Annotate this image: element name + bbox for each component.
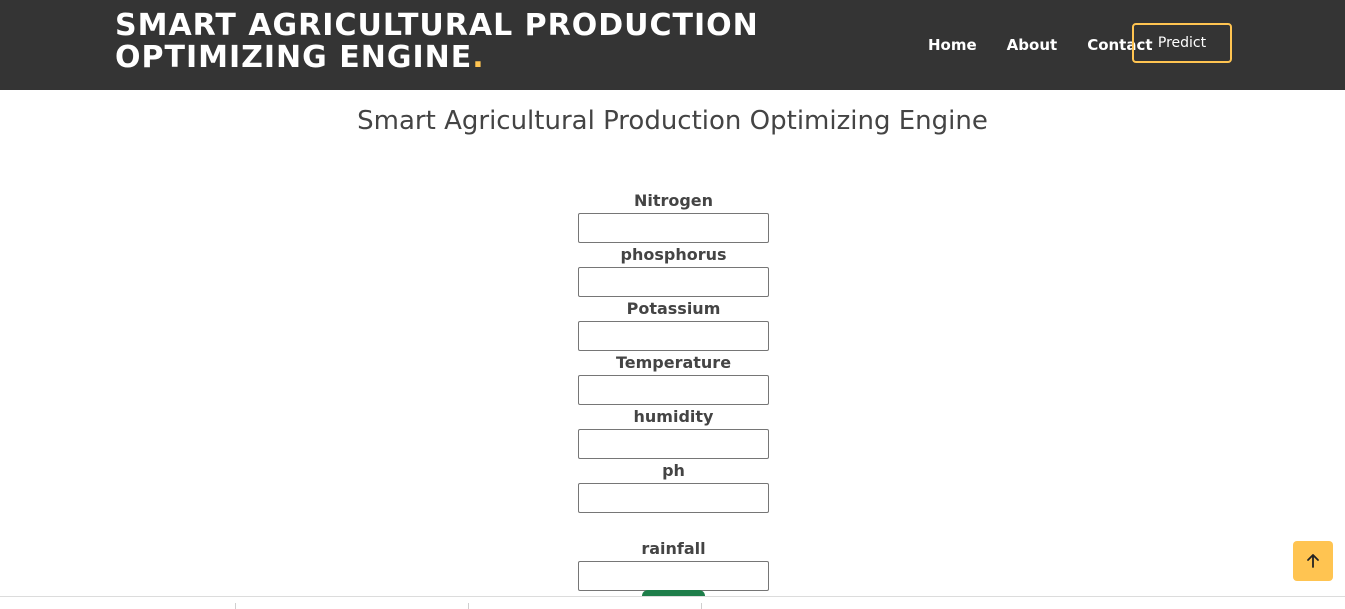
humidity-label: humidity <box>633 407 714 426</box>
nitrogen-label: Nitrogen <box>633 191 714 210</box>
phosphorus-input[interactable] <box>578 267 769 297</box>
brand-line-2: OPTIMIZING ENGINE. <box>115 42 795 74</box>
column-divider <box>235 603 236 609</box>
potassium-input[interactable] <box>578 321 769 351</box>
predict-button[interactable]: Predict <box>1132 23 1232 63</box>
arrow-up-icon <box>1307 554 1319 568</box>
rainfall-input[interactable] <box>578 561 769 591</box>
phosphorus-label: phosphorus <box>620 245 727 264</box>
scroll-top-button[interactable] <box>1293 541 1333 581</box>
temperature-label: Temperature <box>615 353 732 372</box>
brand-line-2-text: OPTIMIZING ENGINE <box>115 40 473 75</box>
ph-input[interactable] <box>578 483 769 513</box>
rainfall-label: rainfall <box>641 539 706 558</box>
column-divider <box>468 603 469 609</box>
humidity-input[interactable] <box>578 429 769 459</box>
brand-dot: . <box>472 40 485 75</box>
main-nav: Home About Contact <box>928 0 1153 90</box>
site-header: SMART AGRICULTURAL PRODUCTION OPTIMIZING… <box>0 0 1345 90</box>
page-title: Smart Agricultural Production Optimizing… <box>357 106 988 136</box>
brand-line-1: SMART AGRICULTURAL PRODUCTION <box>115 8 759 43</box>
bottom-section <box>0 596 1345 609</box>
potassium-label: Potassium <box>626 299 721 318</box>
brand-logo[interactable]: SMART AGRICULTURAL PRODUCTION OPTIMIZING… <box>115 10 795 74</box>
column-divider <box>701 603 702 609</box>
ph-label: ph <box>662 461 685 480</box>
temperature-input[interactable] <box>578 375 769 405</box>
nitrogen-input[interactable] <box>578 213 769 243</box>
nav-about[interactable]: About <box>1007 36 1058 54</box>
nav-home[interactable]: Home <box>928 36 977 54</box>
